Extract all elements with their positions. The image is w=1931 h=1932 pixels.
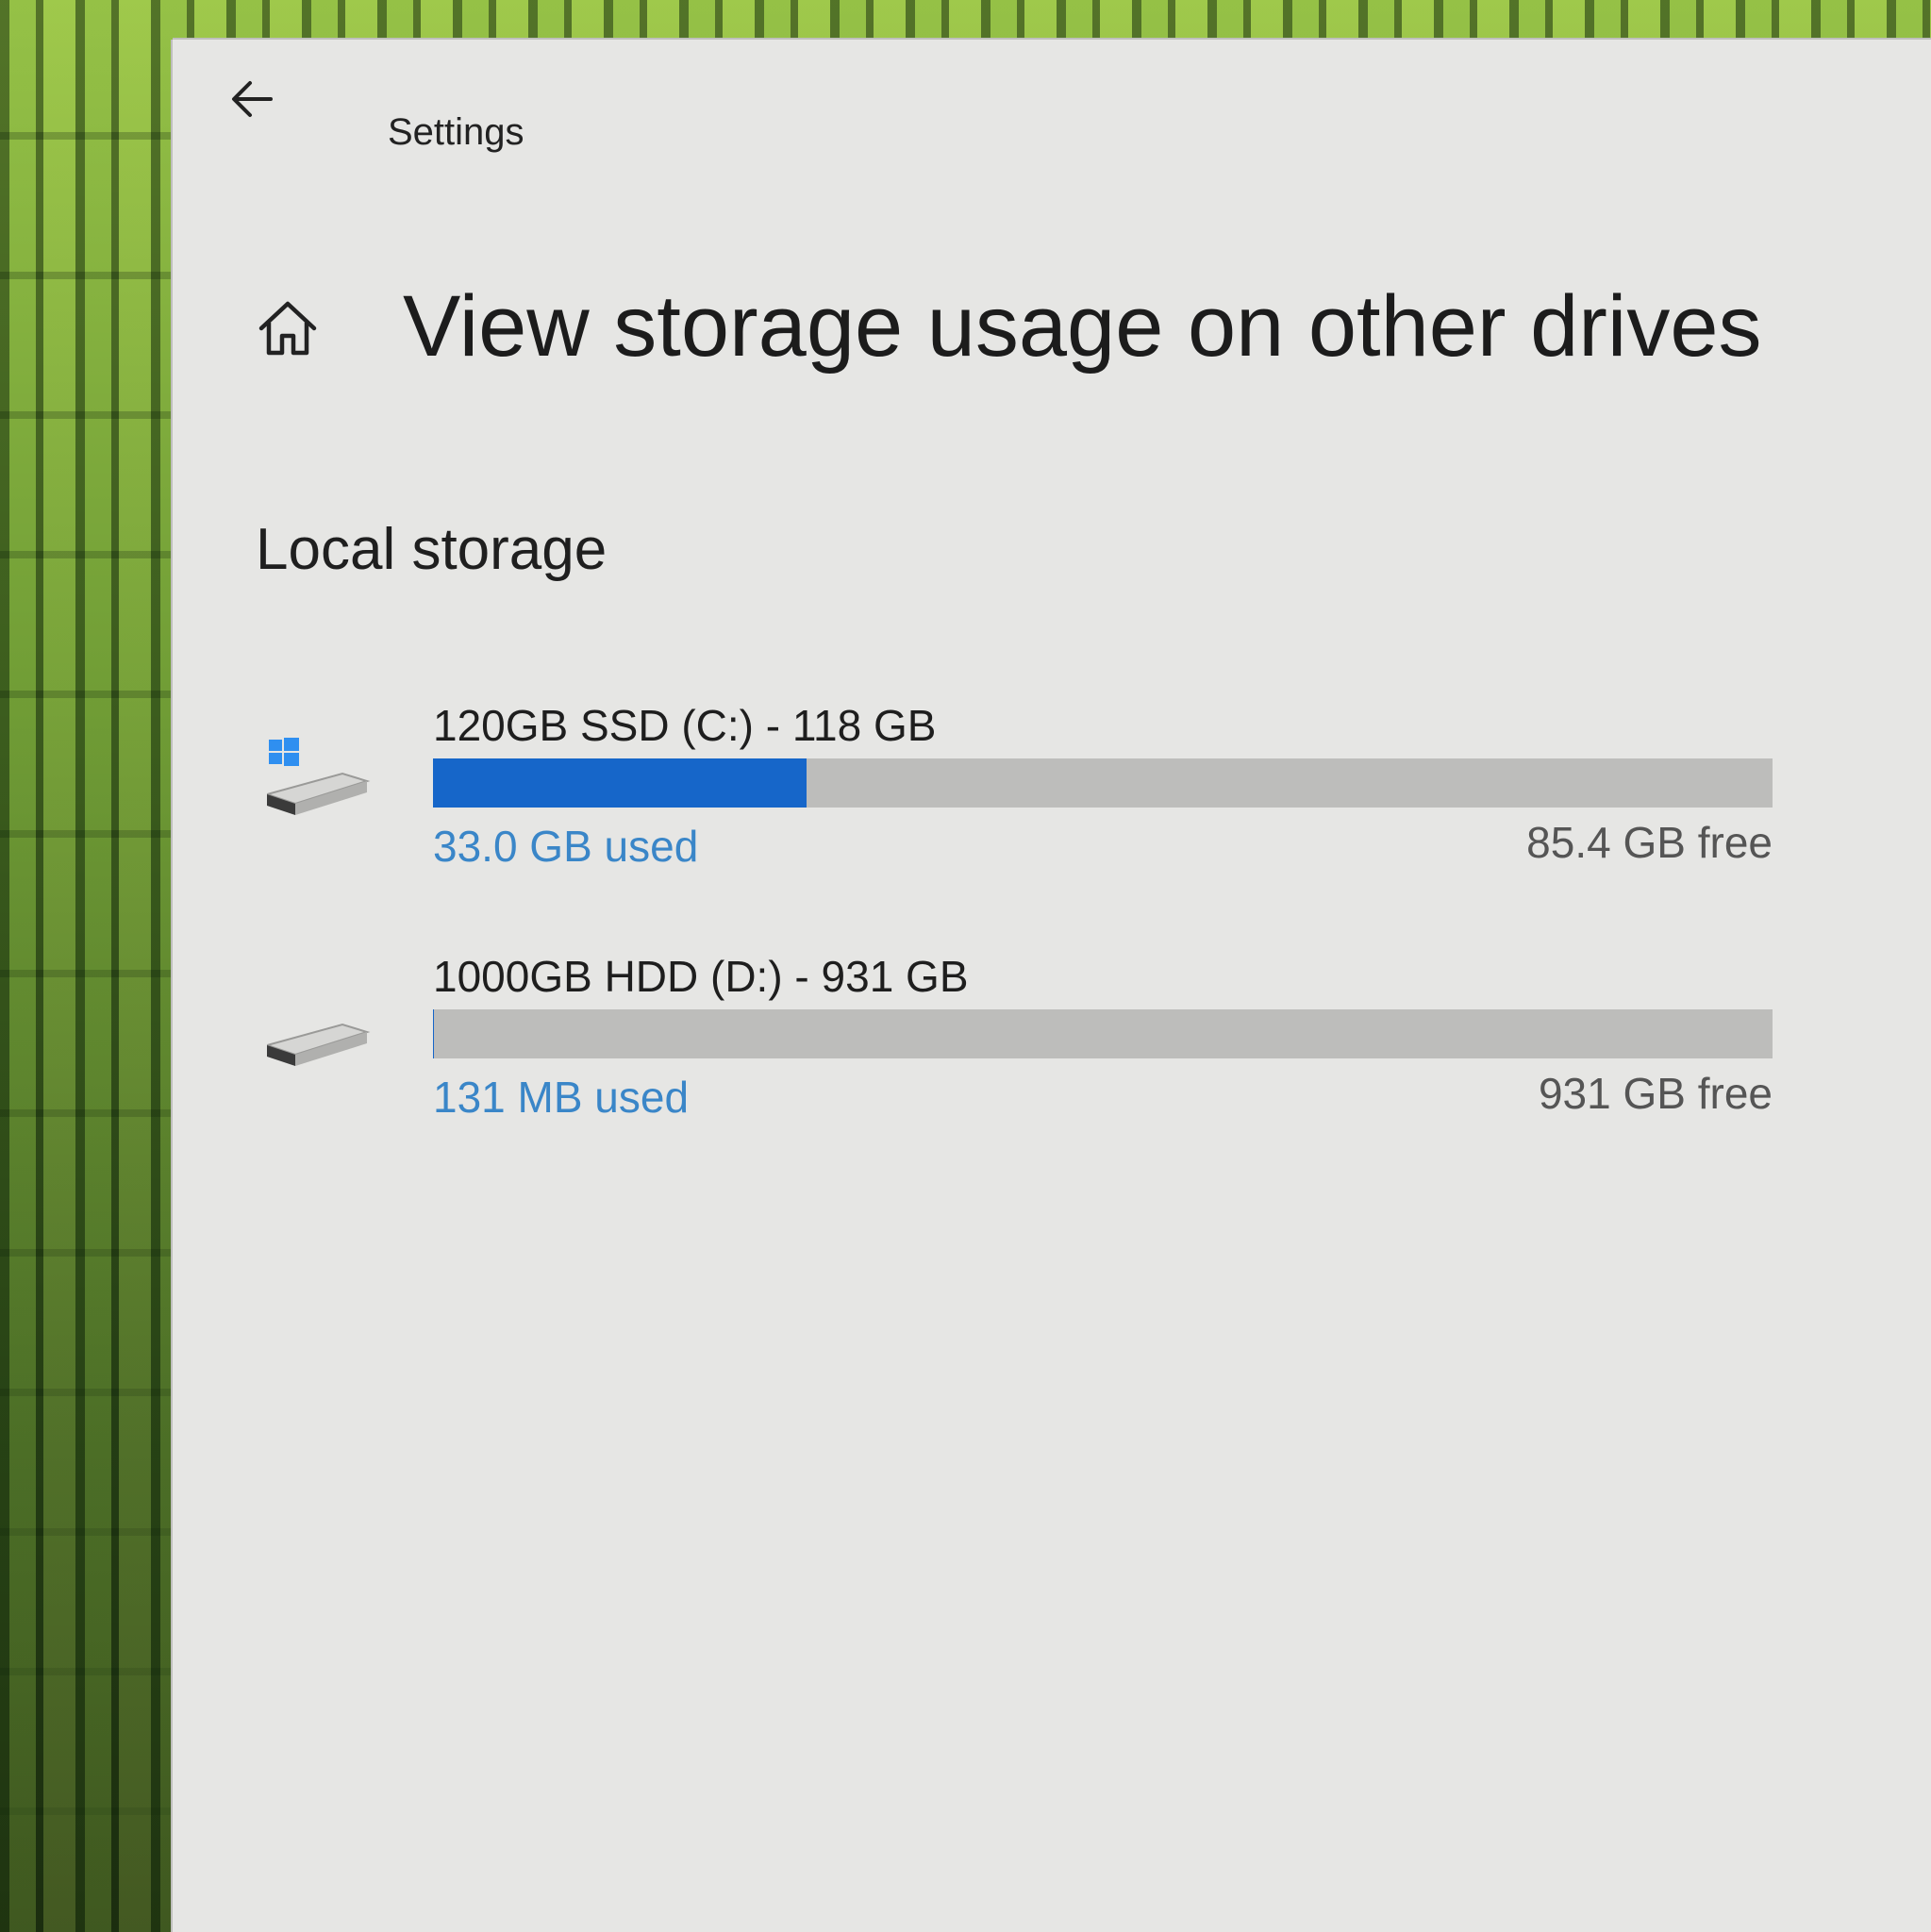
used-space-text: 131 MB used [433, 1073, 690, 1122]
back-arrow-icon [232, 81, 273, 117]
page-title: View storage usage on other drives [403, 278, 1762, 375]
drive-name: 1000GB HDD (D:) - 931 GB [433, 952, 969, 1001]
usage-bar [433, 758, 1773, 808]
drive-name: 120GB SSD (C:) - 118 GB [433, 701, 937, 750]
title-bar: Settings [173, 40, 1931, 162]
home-icon [258, 301, 317, 356]
used-space-text: 33.0 GB used [433, 822, 699, 871]
section-title: Local storage [256, 517, 608, 582]
free-space-text: 85.4 GB free [1526, 818, 1773, 867]
hard-drive-icon [267, 1023, 371, 1066]
drive-item-c[interactable]: 120GB SSD (C:) - 118 GB 33.0 GB used 85.… [267, 700, 1833, 908]
drive-item-d[interactable]: 1000GB HDD (D:) - 931 GB 131 MB used 931… [267, 951, 1833, 1158]
system-drive-icon [267, 738, 371, 815]
usage-bar [433, 1009, 1773, 1058]
back-button[interactable] [222, 66, 288, 132]
settings-window: Settings View storage usage on other dri… [173, 40, 1931, 1932]
home-button[interactable] [254, 294, 322, 362]
app-title: Settings [388, 111, 524, 153]
usage-bar-fill [433, 758, 807, 808]
free-space-text: 931 GB free [1538, 1069, 1773, 1118]
